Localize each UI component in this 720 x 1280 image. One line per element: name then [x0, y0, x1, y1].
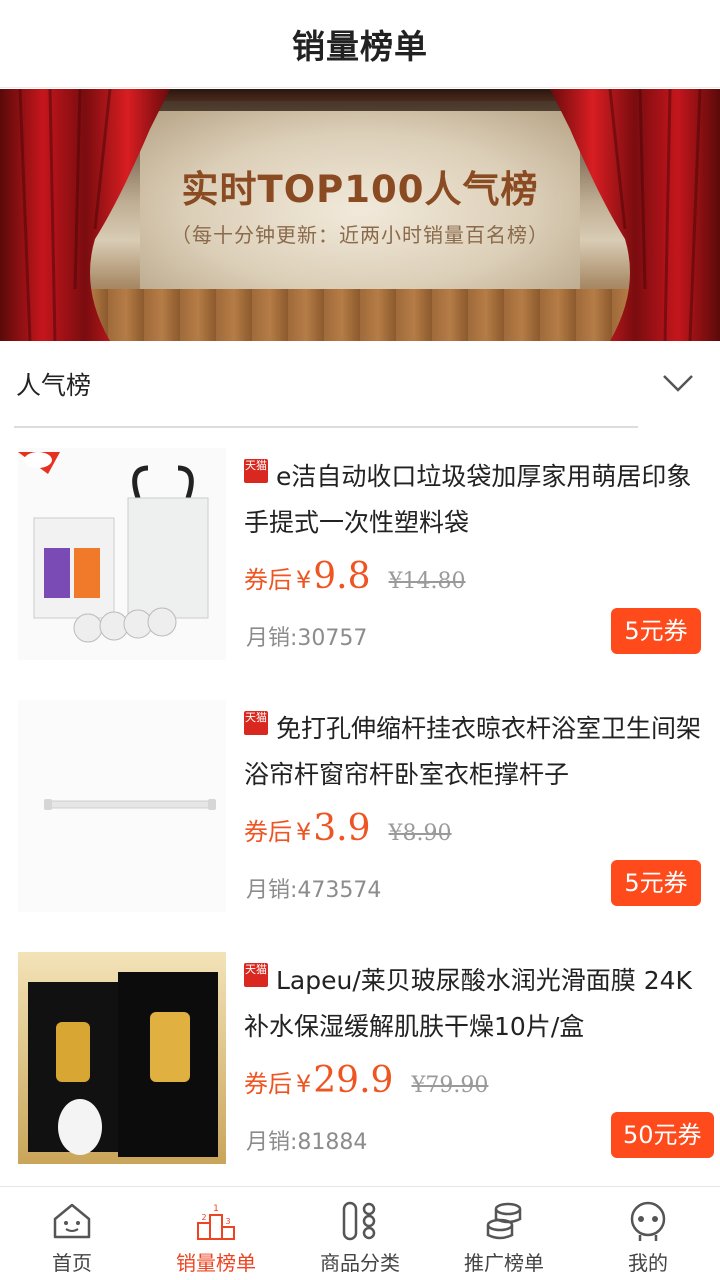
currency-symbol: ¥ — [296, 566, 312, 594]
monthly-sales: 月销:473574 — [246, 878, 382, 903]
coupon-button[interactable]: 5元券 — [611, 860, 701, 906]
tmall-badge-icon: 天猫 — [244, 459, 268, 483]
original-price: ¥8.90 — [388, 821, 452, 846]
coupon-price: 29.9 — [313, 1060, 394, 1101]
banner-subtitle: （每十分钟更新：近两小时销量百名榜） — [171, 223, 549, 247]
nav-sales-ranking-label: 销量榜单 — [176, 1251, 256, 1275]
monthly-sales: 月销:30757 — [246, 626, 368, 651]
bottom-nav: 首页 1 2 3 销量榜单 商品分类 推广榜单 我的 — [0, 1186, 720, 1280]
price-row: 券后 ¥ 9.8 ¥14.80 — [244, 556, 466, 600]
price-prefix: 券后 — [244, 566, 292, 594]
product-title-text: 免打孔伸缩杆挂衣晾衣杆浴室卫生间架浴帘杆窗帘杆卧室衣柜撑杆子 — [244, 714, 702, 789]
product-title-text: Lapeu/莱贝玻尿酸水润光滑面膜 24K补水保湿缓解肌肤干燥10片/盒 — [244, 966, 692, 1041]
home-icon — [53, 1203, 91, 1239]
product-image-face-mask[interactable] — [18, 952, 226, 1164]
nav-profile[interactable]: 我的 — [576, 1187, 720, 1280]
banner-title: 实时TOP100人气榜 — [181, 168, 539, 211]
svg-text:1: 1 — [213, 1204, 219, 1214]
nav-categories-label: 商品分类 — [320, 1251, 400, 1275]
category-icon — [342, 1201, 376, 1241]
coupon-button[interactable]: 50元券 — [611, 1112, 714, 1158]
svg-text:2: 2 — [201, 1213, 206, 1222]
product-title-text: e洁自动收口垃圾袋加厚家用萌居印象手提式一次性塑料袋 — [244, 462, 692, 537]
product-photo-graphic — [18, 952, 226, 1164]
right-curtain-graphic — [550, 89, 720, 341]
monthly-sales: 月销:81884 — [246, 1130, 368, 1155]
price-row: 券后 ¥ 3.9 ¥8.90 — [244, 808, 452, 852]
nav-home[interactable]: 首页 — [0, 1187, 144, 1280]
nav-categories[interactable]: 商品分类 — [288, 1187, 432, 1280]
original-price: ¥14.80 — [388, 569, 466, 594]
nav-home-label: 首页 — [52, 1251, 92, 1275]
currency-symbol: ¥ — [296, 818, 312, 846]
coupon-price: 9.8 — [313, 556, 371, 597]
chevron-down-icon[interactable] — [658, 364, 698, 404]
coupon-button[interactable]: 5元券 — [611, 608, 701, 654]
price-prefix: 券后 — [244, 1070, 292, 1098]
product-title[interactable]: 天猫 Lapeu/莱贝玻尿酸水润光滑面膜 24K补水保湿缓解肌肤干燥10片/盒 — [244, 958, 706, 1050]
ranking-filter[interactable]: 人气榜 — [0, 342, 720, 428]
product-title[interactable]: 天猫 免打孔伸缩杆挂衣晾衣杆浴室卫生间架浴帘杆窗帘杆卧室衣柜撑杆子 — [244, 706, 706, 798]
nav-promo-ranking-label: 推广榜单 — [464, 1251, 544, 1275]
product-card[interactable]: 天猫 e洁自动收口垃圾袋加厚家用萌居印象手提式一次性塑料袋 券后 ¥ 9.8 ¥1… — [0, 448, 720, 698]
tmall-badge-icon: 天猫 — [244, 963, 268, 987]
top-banner[interactable]: 实时TOP100人气榜 （每十分钟更新：近两小时销量百名榜） — [0, 89, 720, 341]
profile-icon — [630, 1201, 666, 1241]
product-photo-graphic — [18, 700, 226, 912]
product-image-tension-rod[interactable] — [18, 700, 226, 912]
product-title[interactable]: 天猫 e洁自动收口垃圾袋加厚家用萌居印象手提式一次性塑料袋 — [244, 454, 706, 546]
price-row: 券后 ¥ 29.9 ¥79.90 — [244, 1060, 488, 1104]
tmall-badge-icon: 天猫 — [244, 711, 268, 735]
original-price: ¥79.90 — [411, 1073, 489, 1098]
product-card[interactable]: 天猫 Lapeu/莱贝玻尿酸水润光滑面膜 24K补水保湿缓解肌肤干燥10片/盒 券… — [0, 952, 720, 1202]
nav-sales-ranking[interactable]: 1 2 3 销量榜单 — [144, 1187, 288, 1280]
nav-promo-ranking[interactable]: 推广榜单 — [432, 1187, 576, 1280]
nav-profile-label: 我的 — [628, 1251, 668, 1275]
currency-symbol: ¥ — [296, 1070, 312, 1098]
product-image-trash-bags[interactable] — [18, 448, 226, 660]
svg-text:3: 3 — [225, 1217, 230, 1226]
section-divider — [14, 426, 638, 428]
price-prefix: 券后 — [244, 818, 292, 846]
product-card[interactable]: 天猫 免打孔伸缩杆挂衣晾衣杆浴室卫生间架浴帘杆窗帘杆卧室衣柜撑杆子 券后 ¥ 3.… — [0, 700, 720, 950]
page-title: 销量榜单 — [292, 26, 428, 66]
podium-icon: 1 2 3 — [197, 1204, 235, 1240]
product-photo-graphic — [18, 448, 226, 660]
coupon-price: 3.9 — [313, 808, 371, 849]
ranking-filter-label: 人气榜 — [16, 371, 92, 400]
left-curtain-graphic — [0, 89, 170, 341]
coins-icon — [486, 1202, 522, 1240]
app-header: 销量榜单 — [0, 0, 720, 88]
